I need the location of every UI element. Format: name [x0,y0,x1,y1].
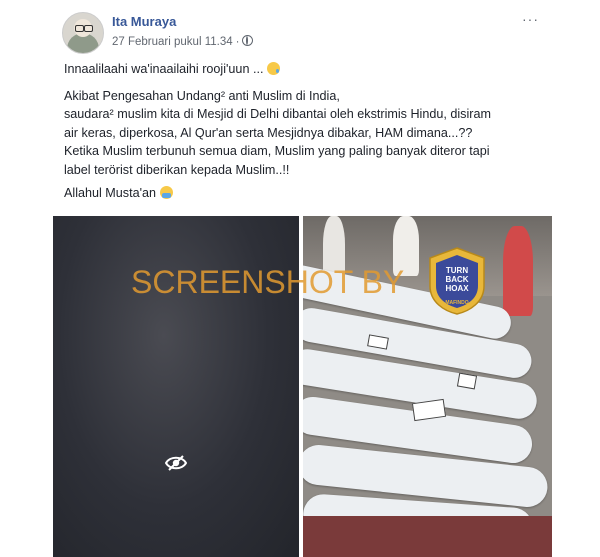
post-line: saudara² muslim kita di Mesjid di Delhi … [64,107,491,122]
photo-paper [456,372,478,390]
post-line-text: Allahul Musta'an [64,185,157,200]
avatar-glasses [75,25,84,32]
sad-tear-emoji-icon [266,62,280,75]
crying-emoji-icon [159,185,173,199]
svg-text:TURN: TURN [446,266,468,275]
post-line: air keras, diperkosa, Al Qur'an serta Me… [64,125,473,140]
post-text: Innaalilaahi wa'inaailaihi rooji'uun ...… [64,60,534,202]
more-options-button[interactable]: ··· [522,11,539,27]
author-name[interactable]: Ita Muraya [112,14,176,29]
post-line: Ketika Muslim terbunuh semua diam, Musli… [64,144,490,159]
post-line: Allahul Musta'an [64,184,534,203]
post-line-text: Innaalilaahi wa'inaailaihi rooji'uun ... [64,62,264,76]
turnbackhoax-badge-logo: TURN BACK HOAX MAFINDO [429,247,485,315]
post-line: Akibat Pengesahan Undang² anti Muslim di… [64,88,340,103]
globe-icon [242,35,254,46]
post-line: Innaalilaahi wa'inaailaihi rooji'uun ... [64,60,534,79]
post-timestamp[interactable]: 27 Februari pukul 11.34 [112,36,233,48]
post-meta: 27 Februari pukul 11.34 · [112,35,254,48]
watermark-text: SCREENSHOT BY [131,264,405,300]
photo-person [503,226,533,316]
eye-slash-icon[interactable] [165,455,187,471]
svg-text:MAFINDO: MAFINDO [445,300,468,306]
svg-text:HOAX: HOAX [445,284,469,293]
avatar-glasses [84,25,93,32]
meta-separator: · [235,36,240,48]
photo-floor [303,516,552,557]
svg-text:BACK: BACK [445,275,468,284]
author-avatar[interactable] [62,12,104,54]
post-line: label terörist diberikan kepada Muslim..… [64,162,290,177]
